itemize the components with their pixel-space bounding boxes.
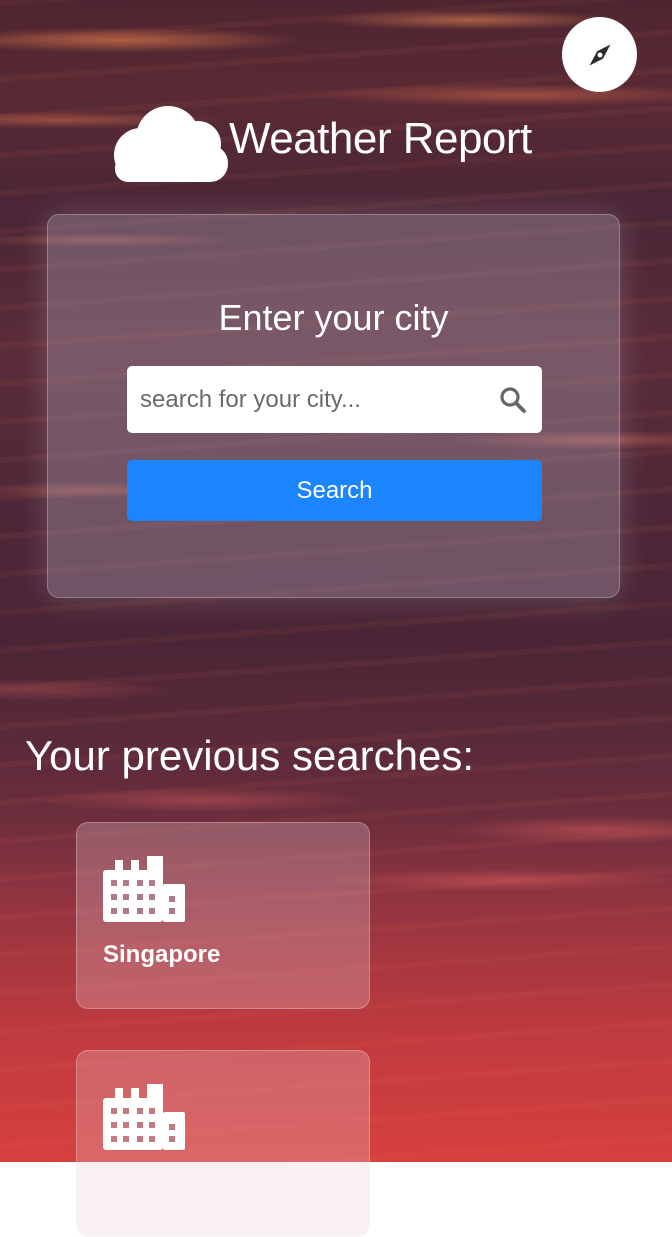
- search-card-title: Enter your city: [218, 297, 449, 338]
- search-field: [127, 366, 542, 433]
- previous-search-card[interactable]: [76, 1050, 370, 1237]
- cloud-icon: [114, 106, 228, 182]
- compass-icon: [589, 44, 610, 65]
- city-search-input[interactable]: [127, 366, 487, 433]
- search-card: Enter your city Search: [47, 214, 620, 598]
- city-icon: [103, 856, 185, 922]
- search-icon[interactable]: [499, 386, 527, 414]
- compass-button[interactable]: [562, 17, 637, 92]
- previous-search-city-name: Singapore: [103, 941, 221, 968]
- app-header: Weather Report: [113, 100, 573, 185]
- search-button[interactable]: Search: [127, 460, 542, 521]
- page-title: Weather Report: [229, 114, 532, 163]
- previous-searches-heading: Your previous searches:: [25, 732, 475, 779]
- previous-search-card-singapore[interactable]: Singapore: [76, 822, 370, 1009]
- city-icon: [103, 1084, 185, 1150]
